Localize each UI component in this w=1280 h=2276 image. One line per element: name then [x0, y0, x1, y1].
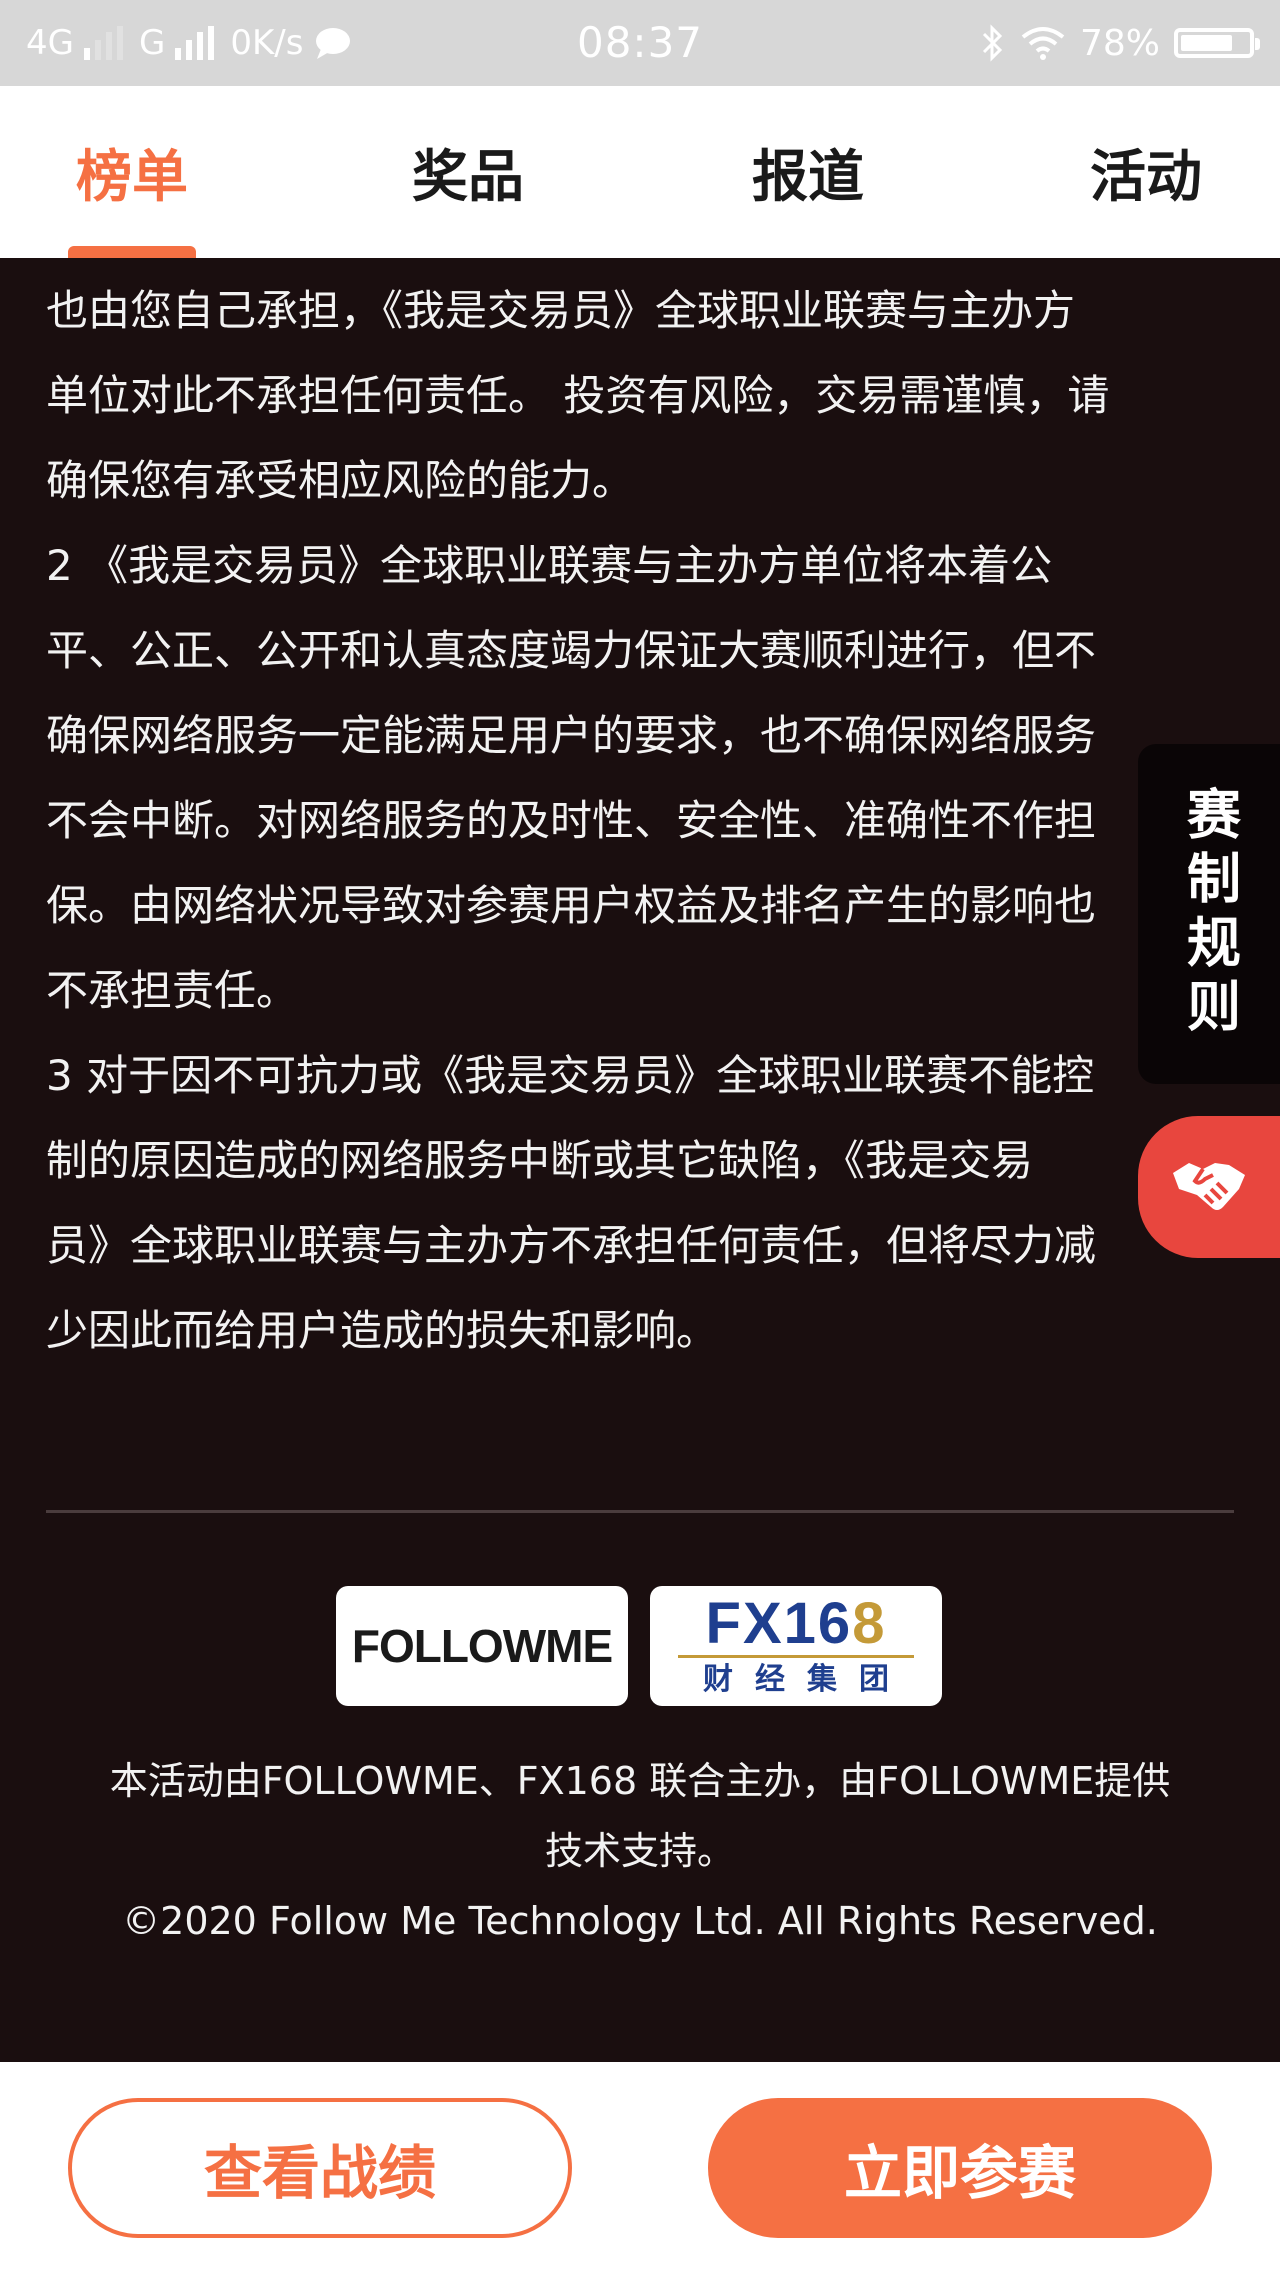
partner-button[interactable]: [1138, 1116, 1280, 1258]
battery-fill: [1181, 35, 1233, 51]
view-results-button[interactable]: 查看战绩: [68, 2098, 572, 2238]
followme-logo-text: FOLLOWME: [351, 1620, 613, 1672]
tab-leaderboard[interactable]: 榜单: [20, 86, 244, 258]
status-bar: 4G G 0K/s 08:37 78%: [0, 0, 1280, 86]
rules-line: 保。由网络状况导致对参赛用户权益及排名产生的影响也: [46, 881, 1097, 930]
rules-line: 确保网络服务一定能满足用户的要求，也不确保网络服务: [46, 711, 1097, 760]
footer-organizer-line: 本活动由FOLLOWME、FX168 联合主办，由FOLLOWME提供: [109, 1759, 1171, 1803]
join-now-button[interactable]: 立即参赛: [708, 2098, 1212, 2238]
copyright: ©2020 Follow Me Technology Ltd. All Righ…: [122, 1899, 1158, 1943]
followme-logo: FOLLOWME: [336, 1586, 628, 1706]
rules-line: 制的原因造成的网络服务中断或其它缺陷，《我是交易: [46, 1136, 1034, 1185]
active-tab-indicator: [68, 246, 196, 258]
competition-rules-label: 赛制规则: [1177, 786, 1241, 1042]
rules-line: 3 对于因不可抗力或《我是交易员》全球职业联赛不能控: [46, 1051, 1095, 1100]
footer: 本活动由FOLLOWME、FX168 联合主办，由FOLLOWME提供 技术支持…: [40, 1746, 1240, 1956]
fx168-logo-subtitle: 财经集团: [703, 1661, 911, 1697]
handshake-icon: [1173, 1163, 1245, 1210]
sponsor-logos: FOLLOWME FX168 财经集团: [336, 1586, 942, 1706]
rules-line: 平、公正、公开和认真态度竭力保证大赛顺利进行，但不: [46, 626, 1097, 675]
tab-prizes[interactable]: 奖品: [356, 86, 580, 258]
fx168-logo-digit: 8: [852, 1590, 887, 1656]
tab-bar: 榜单 奖品 报道 活动: [0, 86, 1280, 258]
rules-line: 单位对此不承担任何责任。 投资有风险，交易需谨慎，请: [46, 371, 1110, 420]
rules-line: 员》全球职业联赛与主办方不承担任何责任，但将尽力减: [46, 1221, 1097, 1270]
rules-line: 2 《我是交易员》全球职业联赛与主办方单位将本着公: [46, 541, 1053, 590]
wifi-icon: [1021, 27, 1065, 60]
footer-support-line: 技术支持。: [544, 1829, 735, 1873]
fx168-logo-text: FX16: [705, 1590, 853, 1656]
bottom-action-bar: 查看战绩 立即参赛: [0, 2062, 1280, 2276]
rules-line: 也由您自己承担，《我是交易员》全球职业联赛与主办方: [46, 286, 1076, 335]
rules-line: 确保您有承受相应风险的能力。: [46, 456, 635, 505]
battery-percent: 78%: [1079, 22, 1160, 64]
battery-icon: [1174, 28, 1260, 58]
rules-line: 不会中断。对网络服务的及时性、安全性、准确性不作担: [46, 796, 1097, 845]
rules-line: 少因此而给用户造成的损失和影响。: [46, 1306, 719, 1355]
status-bar-right: 78%: [980, 18, 1260, 68]
rules-line: 不承担责任。: [46, 966, 299, 1015]
fx168-logo: FX168 财经集团: [650, 1586, 942, 1706]
tab-reports[interactable]: 报道: [696, 86, 920, 258]
rules-text: 也由您自己承担，《我是交易员》全球职业联赛与主办方 单位对此不承担任何责任。 投…: [46, 268, 1236, 1373]
divider: [46, 1510, 1234, 1513]
tab-events[interactable]: 活动: [1034, 86, 1258, 258]
competition-rules-button[interactable]: 赛制规则: [1138, 744, 1280, 1084]
bluetooth-icon: [982, 24, 1003, 62]
